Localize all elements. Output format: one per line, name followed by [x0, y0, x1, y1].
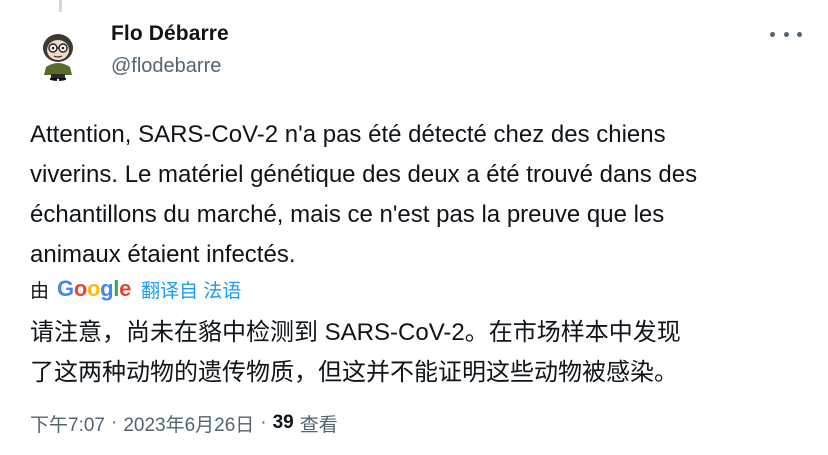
thread-connector-line: [59, 0, 62, 12]
translated-text-line: 了这两种动物的遗传物质，但这并不能证明这些动物被感染。: [30, 359, 678, 386]
more-dot: [783, 31, 789, 37]
author-display-name[interactable]: Flo Débarre: [111, 22, 229, 46]
google-logo: Google: [57, 276, 131, 302]
google-letter: o: [86, 276, 101, 301]
translated-text-line: 请注意，尚未在貉中检测到 SARS-CoV-2。在市场样本中发现: [30, 319, 681, 346]
google-letter: o: [73, 276, 87, 301]
tweet-date[interactable]: 2023年6月26日: [123, 410, 254, 437]
meta-separator: ·: [260, 412, 267, 433]
tweet-text-line: animaux étaient infectés.: [30, 241, 296, 268]
author-handle[interactable]: @flodebarre: [111, 55, 221, 78]
tweet-text-line: échantillons du marché, mais ce n'est pa…: [30, 201, 665, 228]
translated-tweet-text: 请注意，尚未在貉中检测到 SARS-CoV-2。在市场样本中发现 了这两种动物的…: [30, 313, 820, 393]
views-count: 39: [272, 412, 294, 433]
translation-attribution: 由 Google 翻译自 法语: [30, 273, 241, 305]
more-options-button[interactable]: [770, 22, 802, 46]
tweet-time[interactable]: 下午7:07: [30, 410, 105, 437]
avatar[interactable]: [30, 25, 86, 81]
more-horizontal-icon: [770, 31, 775, 37]
tweet-text: Attention, SARS-CoV-2 n'a pas été détect…: [30, 115, 810, 275]
translated-from-link[interactable]: 翻译自 法语: [141, 276, 241, 303]
tweet-text-line: viverins. Le matériel génétique des deux…: [30, 161, 698, 188]
google-letter: g: [100, 276, 114, 301]
translated-by-label: 由: [30, 280, 50, 302]
cartoon-avatar-icon: [43, 34, 73, 81]
google-letter: e: [119, 276, 131, 301]
google-letter: G: [57, 276, 74, 301]
tweet-meta: 下午7:07 · 2023年6月26日 · 39 查看: [30, 408, 338, 438]
views-label: 查看: [299, 414, 338, 436]
meta-separator: ·: [110, 412, 118, 433]
tweet-text-line: Attention, SARS-CoV-2 n'a pas été détect…: [30, 121, 666, 148]
more-dot: [797, 31, 802, 37]
